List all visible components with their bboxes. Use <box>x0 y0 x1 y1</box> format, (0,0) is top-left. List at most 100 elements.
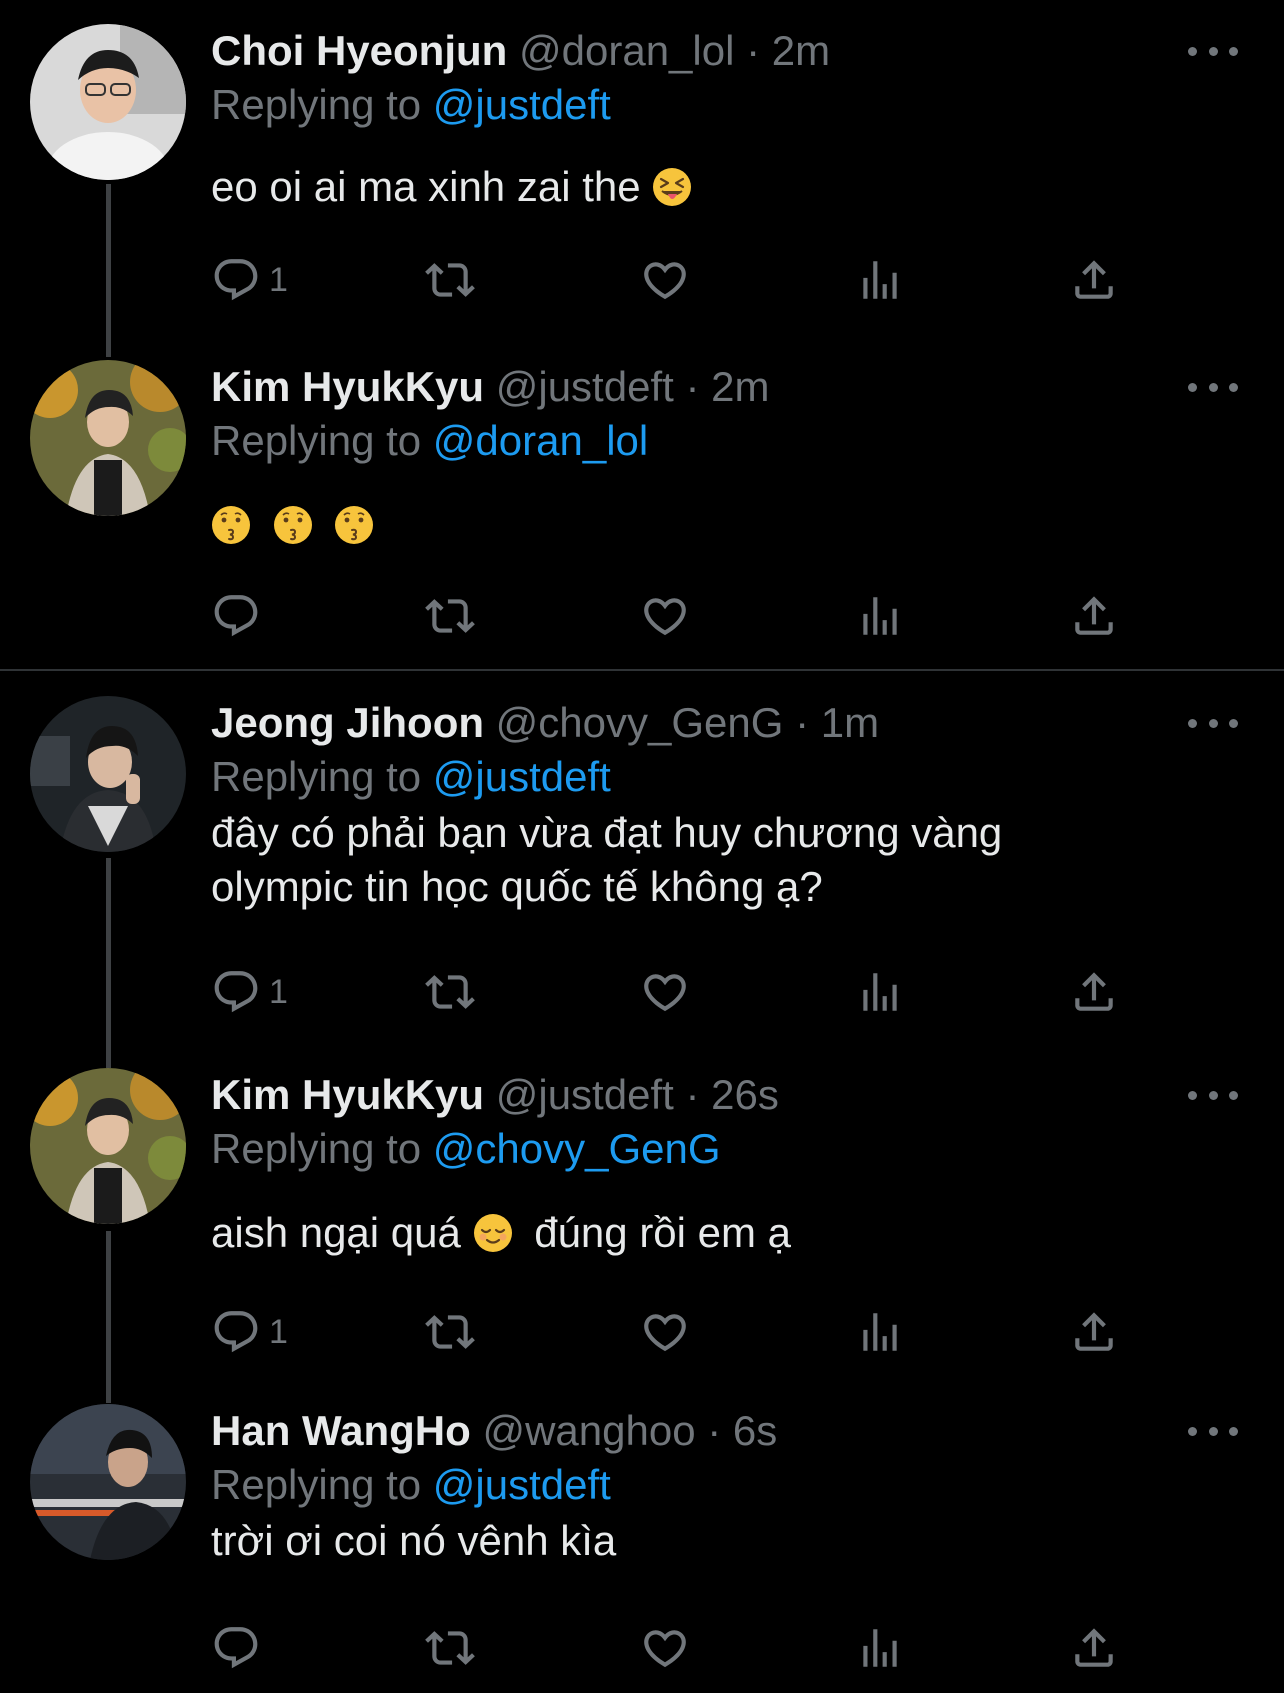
tweet[interactable]: Kim HyukKyu @justdeft · 2m Replying to @… <box>0 360 1284 660</box>
avatar[interactable] <box>30 24 186 180</box>
reply-button[interactable]: 1 <box>211 252 288 308</box>
separator-dot: · <box>685 363 700 410</box>
retweet-button[interactable] <box>425 588 475 644</box>
separator-dot: · <box>685 1071 700 1118</box>
avatar[interactable] <box>30 1068 186 1224</box>
user-handle[interactable]: @justdeft <box>496 1071 674 1118</box>
retweet-button[interactable] <box>425 252 475 308</box>
timestamp[interactable]: 2m <box>772 27 830 74</box>
timestamp[interactable]: 2m <box>711 363 769 410</box>
retweet-button[interactable] <box>425 1620 475 1676</box>
squinting-tongue-emoji <box>652 167 692 207</box>
views-button[interactable] <box>855 588 905 644</box>
replying-to: Replying to @doran_lol <box>211 416 648 466</box>
user-handle[interactable]: @doran_lol <box>519 27 734 74</box>
mention-link[interactable]: @justdeft <box>433 753 611 800</box>
views-button[interactable] <box>855 252 905 308</box>
views-button[interactable] <box>855 1304 905 1360</box>
user-handle[interactable]: @wanghoo <box>482 1407 695 1454</box>
thread-divider <box>0 669 1284 671</box>
display-name[interactable]: Choi Hyeonjun <box>211 27 507 74</box>
avatar[interactable] <box>30 360 186 516</box>
retweet-button[interactable] <box>425 964 475 1020</box>
tweet[interactable]: Han WangHo @wanghoo · 6s Replying to @ju… <box>0 1404 1284 1693</box>
replying-to-label: Replying to <box>211 1125 422 1172</box>
share-button[interactable] <box>1069 252 1119 308</box>
display-name[interactable]: Han WangHo <box>211 1407 471 1454</box>
replying-to-label: Replying to <box>211 81 422 128</box>
reply-button[interactable]: 1 <box>211 1304 288 1360</box>
tweet-text-content: eo oi ai ma xinh zai the <box>211 163 641 210</box>
replying-to-label: Replying to <box>211 417 422 464</box>
share-button[interactable] <box>1069 964 1119 1020</box>
mention-link[interactable]: @justdeft <box>433 81 611 128</box>
replying-to: Replying to @justdeft <box>211 1460 611 1510</box>
more-dots-icon[interactable] <box>1188 710 1238 736</box>
reply-bubble-icon <box>211 1623 261 1673</box>
reply-bubble-icon <box>211 591 261 641</box>
tweet[interactable]: Choi Hyeonjun @doran_lol · 2m Replying t… <box>0 24 1284 324</box>
share-icon <box>1069 967 1119 1017</box>
like-button[interactable] <box>640 252 690 308</box>
heart-icon <box>640 1623 690 1673</box>
reply-button[interactable] <box>211 1620 261 1676</box>
replying-to-label: Replying to <box>211 1461 422 1508</box>
separator-dot: · <box>795 699 810 746</box>
tweet-header: Han WangHo @wanghoo · 6s <box>211 1406 777 1456</box>
retweet-icon <box>425 967 475 1017</box>
tweet[interactable]: Kim HyukKyu @justdeft · 26s Replying to … <box>0 1068 1284 1368</box>
views-chart-icon <box>855 1307 905 1357</box>
tweet-text-line: olympic tin học quốc tế không ạ? <box>211 863 823 910</box>
retweet-icon <box>425 1623 475 1673</box>
heart-icon <box>640 1307 690 1357</box>
user-handle[interactable]: @chovy_GenG <box>496 699 784 746</box>
mention-link[interactable]: @justdeft <box>433 1461 611 1508</box>
share-button[interactable] <box>1069 1620 1119 1676</box>
mention-link[interactable]: @doran_lol <box>433 417 648 464</box>
timestamp[interactable]: 6s <box>733 1407 777 1454</box>
heart-icon <box>640 255 690 305</box>
tweet-actions <box>211 588 1131 644</box>
reply-button[interactable]: 1 <box>211 964 288 1020</box>
like-button[interactable] <box>640 588 690 644</box>
like-button[interactable] <box>640 1304 690 1360</box>
avatar[interactable] <box>30 1404 186 1560</box>
more-dots-icon[interactable] <box>1188 1082 1238 1108</box>
tweet-text-line: đây có phải bạn vừa đạt huy chương vàng <box>211 809 1003 856</box>
reply-button[interactable] <box>211 588 261 644</box>
mention-link[interactable]: @chovy_GenG <box>433 1125 721 1172</box>
tweet-text-content: trời ơi coi nó vênh kìa <box>211 1517 617 1564</box>
retweet-icon <box>425 1307 475 1357</box>
views-button[interactable] <box>855 964 905 1020</box>
share-button[interactable] <box>1069 1304 1119 1360</box>
display-name[interactable]: Kim HyukKyu <box>211 363 484 410</box>
reply-count: 1 <box>269 1312 288 1351</box>
views-button[interactable] <box>855 1620 905 1676</box>
separator-dot: · <box>746 27 761 74</box>
timestamp[interactable]: 1m <box>821 699 879 746</box>
display-name[interactable]: Jeong Jihoon <box>211 699 484 746</box>
retweet-button[interactable] <box>425 1304 475 1360</box>
timestamp[interactable]: 26s <box>711 1071 779 1118</box>
separator-dot: · <box>707 1407 722 1454</box>
retweet-icon <box>425 591 475 641</box>
display-name[interactable]: Kim HyukKyu <box>211 1071 484 1118</box>
views-chart-icon <box>855 967 905 1017</box>
replying-to: Replying to @chovy_GenG <box>211 1124 721 1174</box>
replying-to-label: Replying to <box>211 753 422 800</box>
like-button[interactable] <box>640 1620 690 1676</box>
tweet-text: đây có phải bạn vừa đạt huy chương vàng … <box>211 806 1002 914</box>
share-icon <box>1069 255 1119 305</box>
more-dots-icon[interactable] <box>1188 1418 1238 1444</box>
user-handle[interactable]: @justdeft <box>496 363 674 410</box>
kissing-face-emoji <box>273 505 313 545</box>
share-button[interactable] <box>1069 588 1119 644</box>
like-button[interactable] <box>640 964 690 1020</box>
avatar[interactable] <box>30 696 186 852</box>
tweet[interactable]: Jeong Jihoon @chovy_GenG · 1m Replying t… <box>0 696 1284 1036</box>
kissing-face-emoji <box>334 505 374 545</box>
more-dots-icon[interactable] <box>1188 374 1238 400</box>
more-dots-icon[interactable] <box>1188 38 1238 64</box>
reply-count: 1 <box>269 260 288 299</box>
replying-to: Replying to @justdeft <box>211 80 611 130</box>
